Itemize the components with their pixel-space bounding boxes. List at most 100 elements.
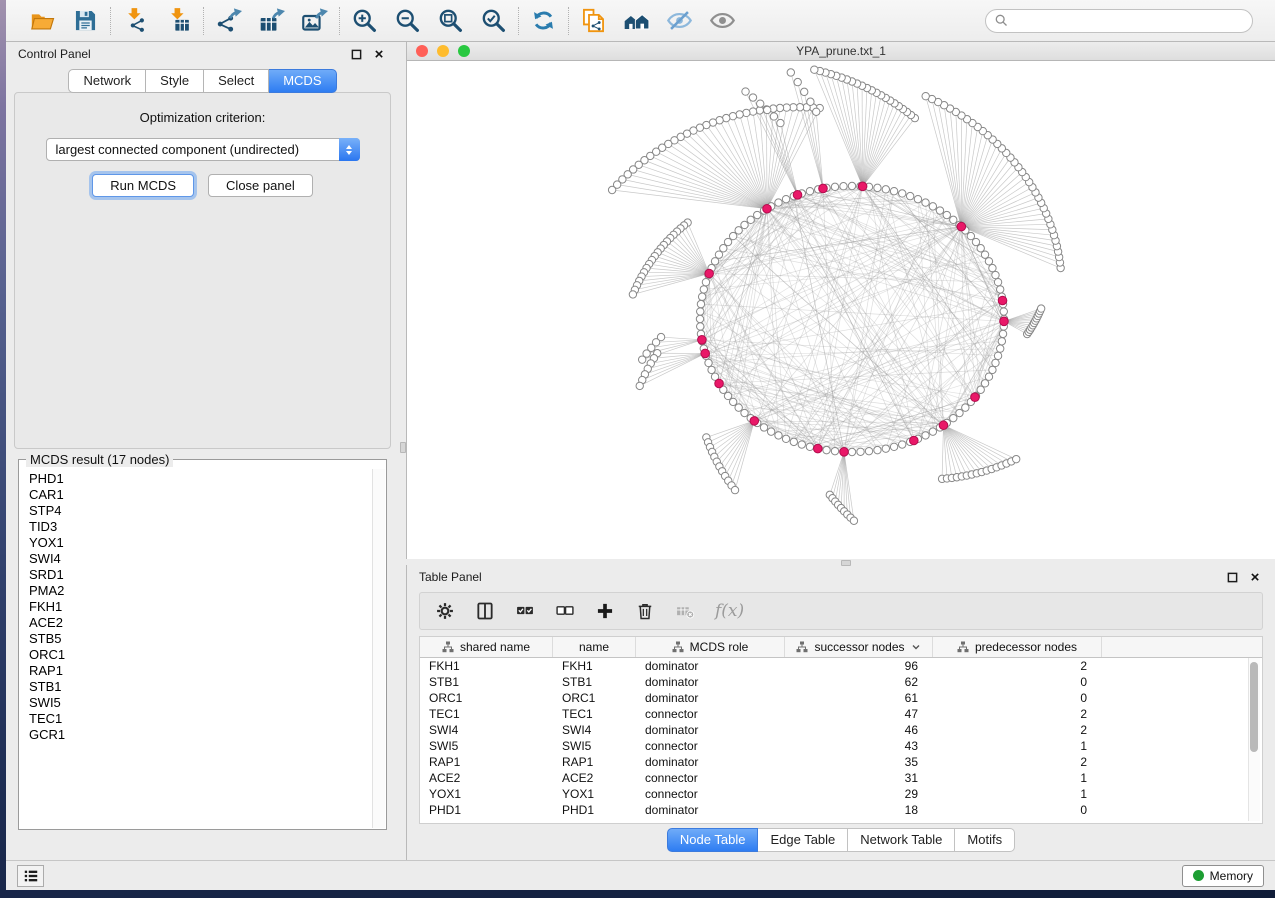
network-node[interactable]	[899, 441, 906, 448]
network-node[interactable]	[705, 359, 712, 366]
close-panel-button[interactable]: Close panel	[208, 174, 313, 197]
table-cell[interactable]: connector	[636, 787, 785, 801]
network-node[interactable]	[697, 308, 704, 315]
table-cell[interactable]: SWI4	[553, 723, 636, 737]
table-row[interactable]: FKH1FKH1dominator962	[420, 658, 1262, 674]
network-node[interactable]	[794, 78, 801, 85]
memory-button[interactable]: Memory	[1182, 865, 1264, 887]
table-cell[interactable]: 46	[785, 723, 933, 737]
table-cell[interactable]: 2	[933, 723, 1102, 737]
tab-node-table[interactable]: Node Table	[667, 828, 759, 852]
network-node[interactable]	[770, 113, 777, 120]
table-cell[interactable]: STB1	[420, 675, 553, 689]
table-cell[interactable]: 31	[785, 771, 933, 785]
mcds-dominator-node[interactable]	[750, 417, 759, 426]
network-node[interactable]	[899, 190, 906, 197]
table-cell[interactable]: dominator	[636, 723, 785, 737]
mcds-result-item[interactable]: SWI4	[29, 551, 372, 567]
table-cell[interactable]: RAP1	[420, 755, 553, 769]
mcds-dominator-node[interactable]	[840, 448, 849, 457]
export-network-icon[interactable]	[215, 7, 242, 34]
table-row[interactable]: TEC1TEC1connector472	[420, 706, 1262, 722]
network-node[interactable]	[1037, 305, 1044, 312]
network-node[interactable]	[749, 108, 756, 115]
table-cell[interactable]: STB1	[553, 675, 636, 689]
table-cell[interactable]: TEC1	[420, 707, 553, 721]
network-node[interactable]	[890, 187, 897, 194]
network-node[interactable]	[702, 278, 709, 285]
network-node[interactable]	[848, 448, 855, 455]
network-node[interactable]	[790, 438, 797, 445]
table-cell[interactable]: SWI5	[420, 739, 553, 753]
table-cell[interactable]: YOX1	[553, 787, 636, 801]
mcds-dominator-node[interactable]	[814, 444, 823, 453]
network-node[interactable]	[743, 109, 750, 116]
table-panel-close-button[interactable]: ×	[1247, 569, 1263, 585]
zoom-fit-icon[interactable]	[437, 7, 464, 34]
network-node[interactable]	[977, 245, 984, 252]
table-cell[interactable]: 2	[933, 755, 1102, 769]
table-cell[interactable]: 18	[785, 803, 933, 817]
mcds-result-item[interactable]: STB1	[29, 679, 372, 695]
network-node[interactable]	[782, 435, 789, 442]
network-node[interactable]	[922, 432, 929, 439]
table-row[interactable]: YOX1YOX1connector291	[420, 786, 1262, 802]
zoom-in-icon[interactable]	[351, 7, 378, 34]
add-icon[interactable]	[595, 601, 615, 621]
save-icon[interactable]	[72, 7, 99, 34]
table-cell[interactable]: dominator	[636, 659, 785, 673]
network-node[interactable]	[724, 392, 731, 399]
network-node[interactable]	[782, 195, 789, 202]
table-cell[interactable]: 0	[933, 691, 1102, 705]
function-builder-icon[interactable]: f(x)	[715, 601, 744, 621]
mcds-dominator-node[interactable]	[858, 182, 867, 191]
network-node[interactable]	[741, 409, 748, 416]
table-cell[interactable]: 0	[933, 675, 1102, 689]
table-cell[interactable]: ACE2	[553, 771, 636, 785]
network-node[interactable]	[1012, 455, 1019, 462]
mcds-dominator-node[interactable]	[793, 191, 802, 200]
search-input[interactable]	[1014, 13, 1243, 29]
network-node[interactable]	[882, 445, 889, 452]
table-cell[interactable]: ACE2	[420, 771, 553, 785]
network-node[interactable]	[787, 69, 794, 76]
network-node[interactable]	[1000, 308, 1007, 315]
delete-column-icon[interactable]	[675, 601, 695, 621]
table-panel-splitter[interactable]	[406, 559, 1275, 565]
table-cell[interactable]: 1	[933, 787, 1102, 801]
mcds-dominator-node[interactable]	[698, 336, 707, 345]
table-scrollbar-thumb[interactable]	[1250, 662, 1258, 752]
table-cell[interactable]: 29	[785, 787, 933, 801]
zoom-out-icon[interactable]	[394, 7, 421, 34]
mcds-result-item[interactable]: YOX1	[29, 535, 372, 551]
network-node[interactable]	[989, 264, 996, 271]
mcds-result-scrollbar[interactable]	[372, 469, 385, 828]
network-node[interactable]	[735, 404, 742, 411]
network-node[interactable]	[775, 199, 782, 206]
network-node[interactable]	[823, 446, 830, 453]
table-cell[interactable]: ORC1	[553, 691, 636, 705]
table-cell[interactable]: SWI5	[553, 739, 636, 753]
network-node[interactable]	[977, 386, 984, 393]
network-node[interactable]	[813, 108, 820, 115]
duplicate-network-icon[interactable]	[580, 7, 607, 34]
mcds-result-item[interactable]: TEC1	[29, 711, 372, 727]
network-node[interactable]	[760, 424, 767, 431]
panel-splitter[interactable]	[399, 42, 406, 860]
network-node[interactable]	[775, 432, 782, 439]
network-node[interactable]	[989, 366, 996, 373]
network-node[interactable]	[994, 278, 1001, 285]
network-node[interactable]	[998, 338, 1005, 345]
table-cell[interactable]: 35	[785, 755, 933, 769]
mcds-result-item[interactable]: FKH1	[29, 599, 372, 615]
network-node[interactable]	[996, 345, 1003, 352]
network-node[interactable]	[857, 448, 864, 455]
table-row[interactable]: SWI4SWI4dominator462	[420, 722, 1262, 738]
export-table-icon[interactable]	[258, 7, 285, 34]
mcds-result-list[interactable]: PHD1CAR1STP4TID3YOX1SWI4SRD1PMA2FKH1ACE2…	[20, 469, 372, 828]
table-cell[interactable]: PHD1	[420, 803, 553, 817]
network-node[interactable]	[731, 486, 738, 493]
control-panel-close-button[interactable]: ×	[371, 46, 387, 62]
network-node[interactable]	[874, 184, 881, 191]
network-node[interactable]	[724, 238, 731, 245]
